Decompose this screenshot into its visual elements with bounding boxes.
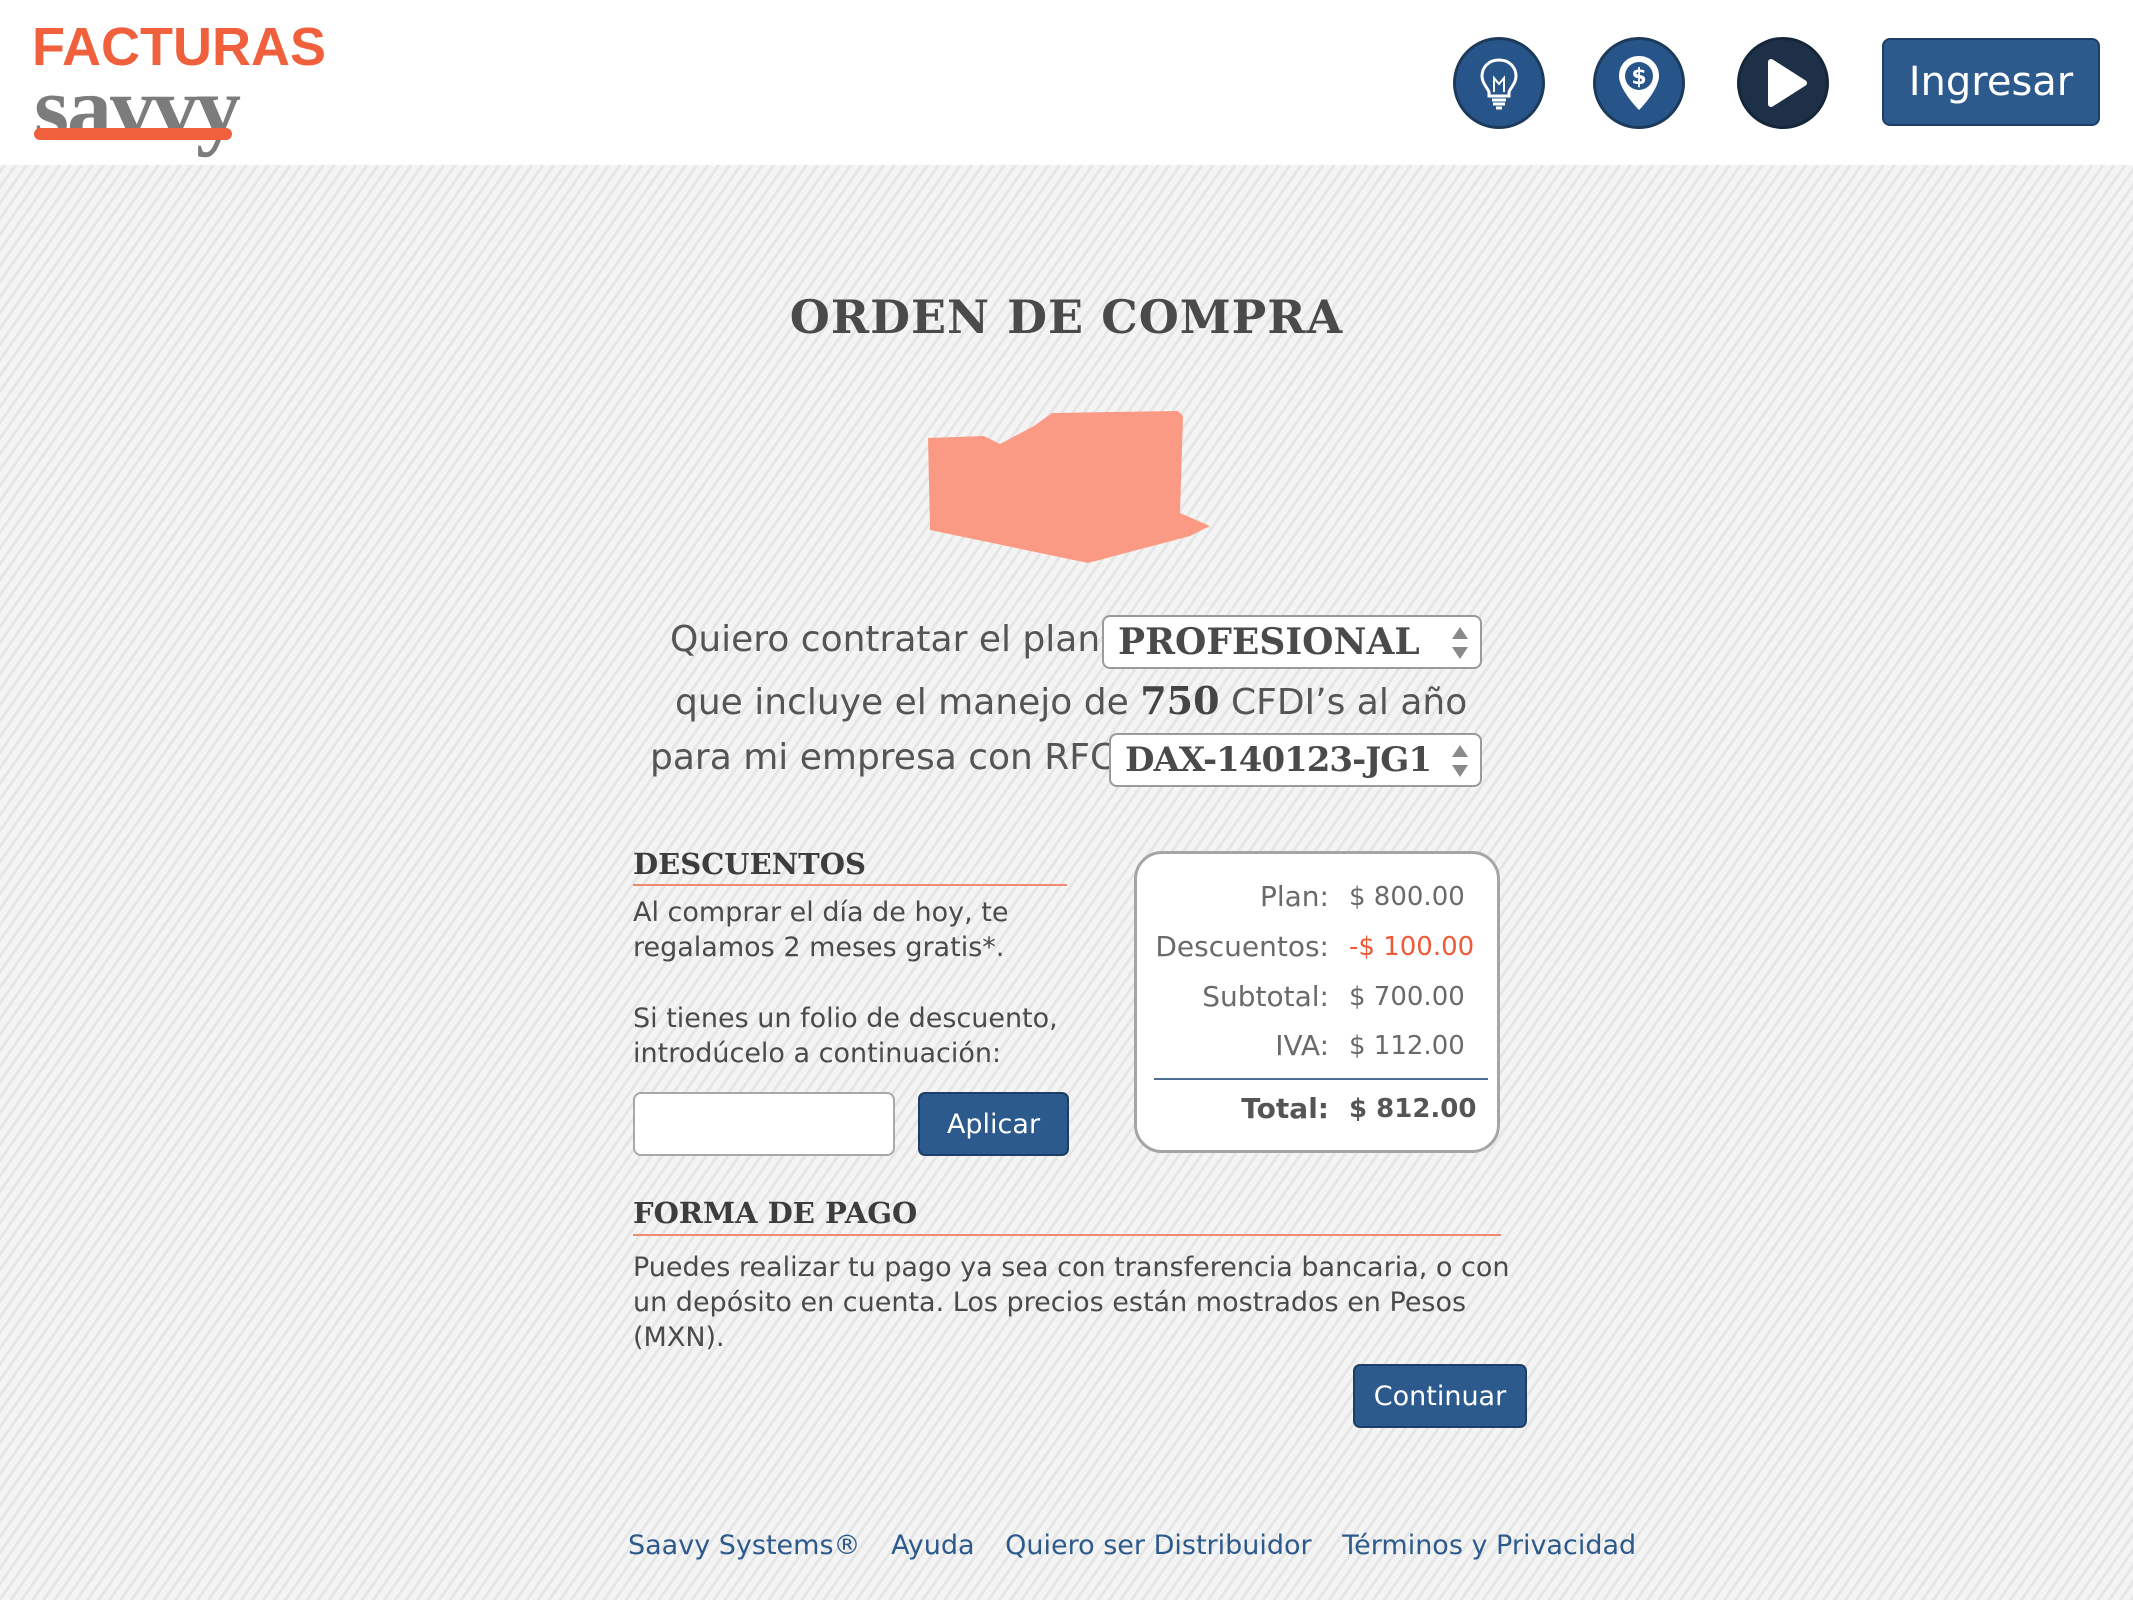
discount-folio-instructions: Si tienes un folio de descuento, introdú…: [633, 1003, 1058, 1069]
apply-discount-button[interactable]: Aplicar: [918, 1092, 1069, 1156]
svg-text:$: $: [1631, 65, 1646, 90]
rfc-select[interactable]: DAX-140123-JG1: [1109, 733, 1482, 787]
summary-row-discounts: Descuentos: -$ 100.00: [1137, 930, 1503, 970]
login-button[interactable]: Ingresar: [1882, 38, 2100, 126]
summary-value: $ 112.00: [1349, 1031, 1465, 1061]
plan-sentence-label: Quiero contratar el plan:: [670, 619, 1113, 660]
dollar-pin-icon: $: [1619, 56, 1659, 110]
logo-savvy-text: savvy: [34, 59, 241, 158]
summary-row-plan: Plan: $ 800.00: [1137, 880, 1503, 920]
discount-folio-input[interactable]: [633, 1092, 895, 1156]
facturas-savvy-logo[interactable]: FACTURAS savvy: [32, 20, 326, 154]
order-summary-card: Plan: $ 800.00 Descuentos: -$ 100.00 Sub…: [1134, 851, 1500, 1153]
summary-total-value: $ 812.00: [1349, 1094, 1477, 1124]
footer-link-saavy-systems[interactable]: Saavy Systems®: [628, 1530, 861, 1561]
footer-link-terminos[interactable]: Términos y Privacidad: [1342, 1530, 1636, 1561]
summary-value: $ 800.00: [1349, 882, 1465, 912]
summary-label: Subtotal:: [1202, 980, 1329, 1013]
select-arrows-icon: [1450, 625, 1470, 661]
payment-description: Puedes realizar tu pago ya sea con trans…: [633, 1252, 1510, 1353]
logo-underline: [34, 128, 232, 140]
rfc-select-value: DAX-140123-JG1: [1125, 740, 1432, 780]
footer-link-ayuda[interactable]: Ayuda: [891, 1530, 974, 1561]
play-icon: [1768, 59, 1807, 107]
cfdi-count: 750: [1140, 678, 1220, 723]
summary-value-discount: -$ 100.00: [1349, 932, 1475, 962]
plan-select[interactable]: PROFESIONAL: [1102, 615, 1482, 669]
summary-label: Plan:: [1259, 880, 1329, 913]
play-icon-button[interactable]: [1737, 37, 1829, 129]
footer-link-distribuidor[interactable]: Quiero ser Distribuidor: [1005, 1530, 1312, 1561]
payment-heading: FORMA DE PAGO: [633, 1196, 918, 1230]
page-title: ORDEN DE COMPRA: [789, 290, 1344, 344]
plan-select-value: PROFESIONAL: [1118, 621, 1420, 663]
pricing-icon-button[interactable]: $: [1593, 37, 1685, 129]
rfc-sentence-label: para mi empresa con RFC:: [650, 737, 1128, 778]
discounts-heading: DESCUENTOS: [633, 847, 866, 881]
cfdi-suffix: CFDI’s al año: [1230, 682, 1468, 723]
summary-total-label: Total:: [1241, 1092, 1329, 1125]
summary-label: Descuentos:: [1155, 930, 1329, 963]
cfdi-prefix: que incluye el manejo de: [675, 682, 1129, 723]
select-arrows-icon: [1450, 743, 1470, 779]
continue-button[interactable]: Continuar: [1353, 1364, 1527, 1428]
summary-value: $ 700.00: [1349, 982, 1465, 1012]
summary-divider: [1154, 1078, 1488, 1080]
footer-links: Saavy Systems® Ayuda Quiero ser Distribu…: [628, 1530, 1658, 1561]
discount-promo-text: Al comprar el día de hoy, te regalamos 2…: [633, 897, 1009, 963]
lightbulb-icon: [1480, 58, 1518, 110]
summary-label: IVA:: [1275, 1029, 1329, 1062]
summary-row-iva: IVA: $ 112.00: [1137, 1029, 1503, 1069]
summary-row-total: Total: $ 812.00: [1137, 1092, 1503, 1132]
summary-row-subtotal: Subtotal: $ 700.00: [1137, 980, 1503, 1020]
plan-illustration: [928, 411, 1210, 563]
top-header: FACTURAS savvy $ Ingresar: [0, 0, 2133, 165]
cfdi-sentence: que incluye el manejo de 750 CFDI’s al a…: [675, 678, 1467, 723]
lightbulb-icon-button[interactable]: [1453, 37, 1545, 129]
payment-divider: [633, 1234, 1501, 1236]
discounts-divider: [633, 884, 1067, 886]
